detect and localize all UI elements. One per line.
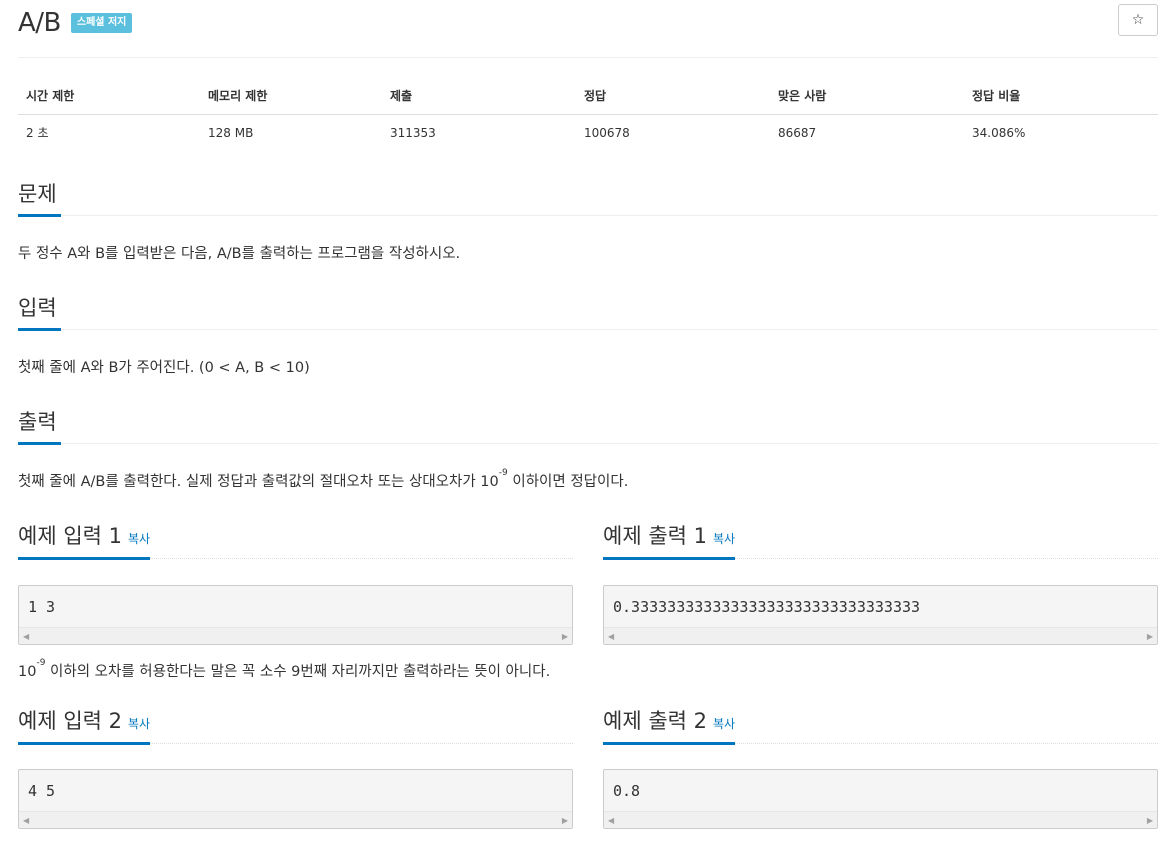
output-text-tail: 이하이면 정답이다.	[507, 474, 629, 490]
value-memory-limit: 128 MB	[208, 125, 254, 140]
sample-output-1-title: 예제 출력 1	[603, 524, 707, 548]
value-accepted: 100678	[584, 125, 630, 140]
header-memory-limit: 메모리 제한	[200, 79, 382, 115]
output-description: 첫째 줄에 A/B를 출력한다. 실제 정답과 출력값의 절대오차 또는 상대오…	[18, 444, 1158, 491]
sample-head: 예제 출력 1 복사	[603, 522, 1158, 560]
output-text: 첫째 줄에 A/B를 출력한다. 실제 정답과 출력값의 절대오차 또는 상대오…	[18, 474, 499, 490]
input-description: 첫째 줄에 A와 B가 주어진다. (0 < A, B < 10)	[18, 360, 310, 376]
favorite-button[interactable]: ☆	[1118, 4, 1158, 36]
value-accept-ratio: 34.086%	[972, 125, 1026, 140]
note-base: 10	[18, 664, 37, 680]
sample-output-2-box[interactable]: 0.8 ◀ ▶	[603, 769, 1158, 829]
sample-input-1-header: 예제 입력 1 복사	[18, 522, 573, 560]
header-solved-users: 맞은 사람	[770, 79, 964, 115]
problem-section: 문제 두 정수 A와 B를 입력받은 다음, A/B를 출력하는 프로그램을 작…	[18, 180, 1158, 263]
horizontal-scrollbar[interactable]: ◀ ▶	[604, 627, 1157, 644]
section-title-problem: 문제	[18, 180, 61, 217]
star-icon: ☆	[1131, 12, 1145, 28]
header-accepted: 정답	[576, 79, 770, 115]
section-header: 출력	[18, 408, 1158, 445]
scroll-right-icon[interactable]: ▶	[562, 816, 568, 825]
sample-title: 예제 입력 1 복사	[18, 522, 151, 560]
table-row: 2 초 128 MB 311353 100678 86687 34.086%	[18, 115, 1158, 151]
header-divider	[18, 57, 1158, 58]
output-section: 출력 첫째 줄에 A/B를 출력한다. 실제 정답과 출력값의 절대오차 또는 …	[18, 408, 1158, 491]
problem-description: 두 정수 A와 B를 입력받은 다음, A/B를 출력하는 프로그램을 작성하시…	[18, 246, 461, 262]
scroll-left-icon[interactable]: ◀	[608, 816, 614, 825]
sample-output-2-content: 0.8	[613, 782, 641, 800]
sample-input-1-content: 1 3	[28, 598, 56, 616]
scroll-right-icon[interactable]: ▶	[1147, 816, 1153, 825]
copy-sample-output-1-button[interactable]: 복사	[713, 532, 735, 546]
header-submissions: 제출	[382, 79, 576, 115]
sample-input-2-box[interactable]: 4 5 ◀ ▶	[18, 769, 573, 829]
scroll-right-icon[interactable]: ▶	[562, 632, 568, 641]
sample-head: 예제 입력 1 복사	[18, 522, 573, 560]
horizontal-scrollbar[interactable]: ◀ ▶	[19, 811, 572, 828]
problem-info-table: 시간 제한 메모리 제한 제출 정답 맞은 사람 정답 비율 2 초 128 M…	[18, 79, 1158, 150]
sample-note: 10-9 이하의 오차를 허용한다는 말은 꼭 소수 9번째 자리까지만 출력하…	[18, 658, 551, 681]
sample-input-2-title: 예제 입력 2	[18, 709, 122, 733]
section-header: 입력	[18, 294, 1158, 331]
output-exponent: -9	[498, 468, 508, 478]
section-title-input: 입력	[18, 294, 61, 331]
sample-head: 예제 출력 2 복사	[603, 707, 1158, 745]
section-header: 문제	[18, 180, 1158, 217]
section-title-output: 출력	[18, 408, 61, 445]
input-section: 입력 첫째 줄에 A와 B가 주어진다. (0 < A, B < 10)	[18, 294, 1158, 377]
copy-sample-input-1-button[interactable]: 복사	[128, 532, 150, 546]
scroll-left-icon[interactable]: ◀	[23, 816, 29, 825]
horizontal-scrollbar[interactable]: ◀ ▶	[604, 811, 1157, 828]
sample-title: 예제 출력 2 복사	[603, 707, 736, 745]
sample-input-1-box[interactable]: 1 3 ◀ ▶	[18, 585, 573, 645]
value-solved-users: 86687	[778, 125, 817, 140]
sample-input-2-content: 4 5	[28, 782, 56, 800]
problem-title: A/B	[18, 8, 61, 38]
sample-head: 예제 입력 2 복사	[18, 707, 573, 745]
note-exponent: -9	[36, 658, 46, 668]
copy-sample-output-2-button[interactable]: 복사	[713, 717, 735, 731]
scroll-left-icon[interactable]: ◀	[608, 632, 614, 641]
copy-sample-input-2-button[interactable]: 복사	[128, 717, 150, 731]
sample-input-1-title: 예제 입력 1	[18, 524, 122, 548]
note-text: 이하의 오차를 허용한다는 말은 꼭 소수 9번째 자리까지만 출력하라는 뜻이…	[45, 664, 551, 680]
sample-input-2-header: 예제 입력 2 복사	[18, 707, 573, 745]
special-judge-badge[interactable]: 스페셜 저지	[70, 13, 133, 33]
problem-header: A/B 스페셜 저지	[18, 6, 133, 40]
sample-title: 예제 출력 1 복사	[603, 522, 736, 560]
sample-output-1-content: 0.33333333333333333333333333333333	[613, 598, 921, 616]
header-accept-ratio: 정답 비율	[964, 79, 1158, 115]
sample-output-1-header: 예제 출력 1 복사	[603, 522, 1158, 560]
header-time-limit: 시간 제한	[18, 79, 200, 115]
horizontal-scrollbar[interactable]: ◀ ▶	[19, 627, 572, 644]
sample-output-1-box[interactable]: 0.33333333333333333333333333333333 ◀ ▶	[603, 585, 1158, 645]
table-header-row: 시간 제한 메모리 제한 제출 정답 맞은 사람 정답 비율	[18, 79, 1158, 115]
sample-output-2-title: 예제 출력 2	[603, 709, 707, 733]
sample-output-2-header: 예제 출력 2 복사	[603, 707, 1158, 745]
scroll-left-icon[interactable]: ◀	[23, 632, 29, 641]
scroll-right-icon[interactable]: ▶	[1147, 632, 1153, 641]
sample-title: 예제 입력 2 복사	[18, 707, 151, 745]
value-submissions: 311353	[390, 125, 436, 140]
value-time-limit: 2 초	[26, 126, 49, 140]
